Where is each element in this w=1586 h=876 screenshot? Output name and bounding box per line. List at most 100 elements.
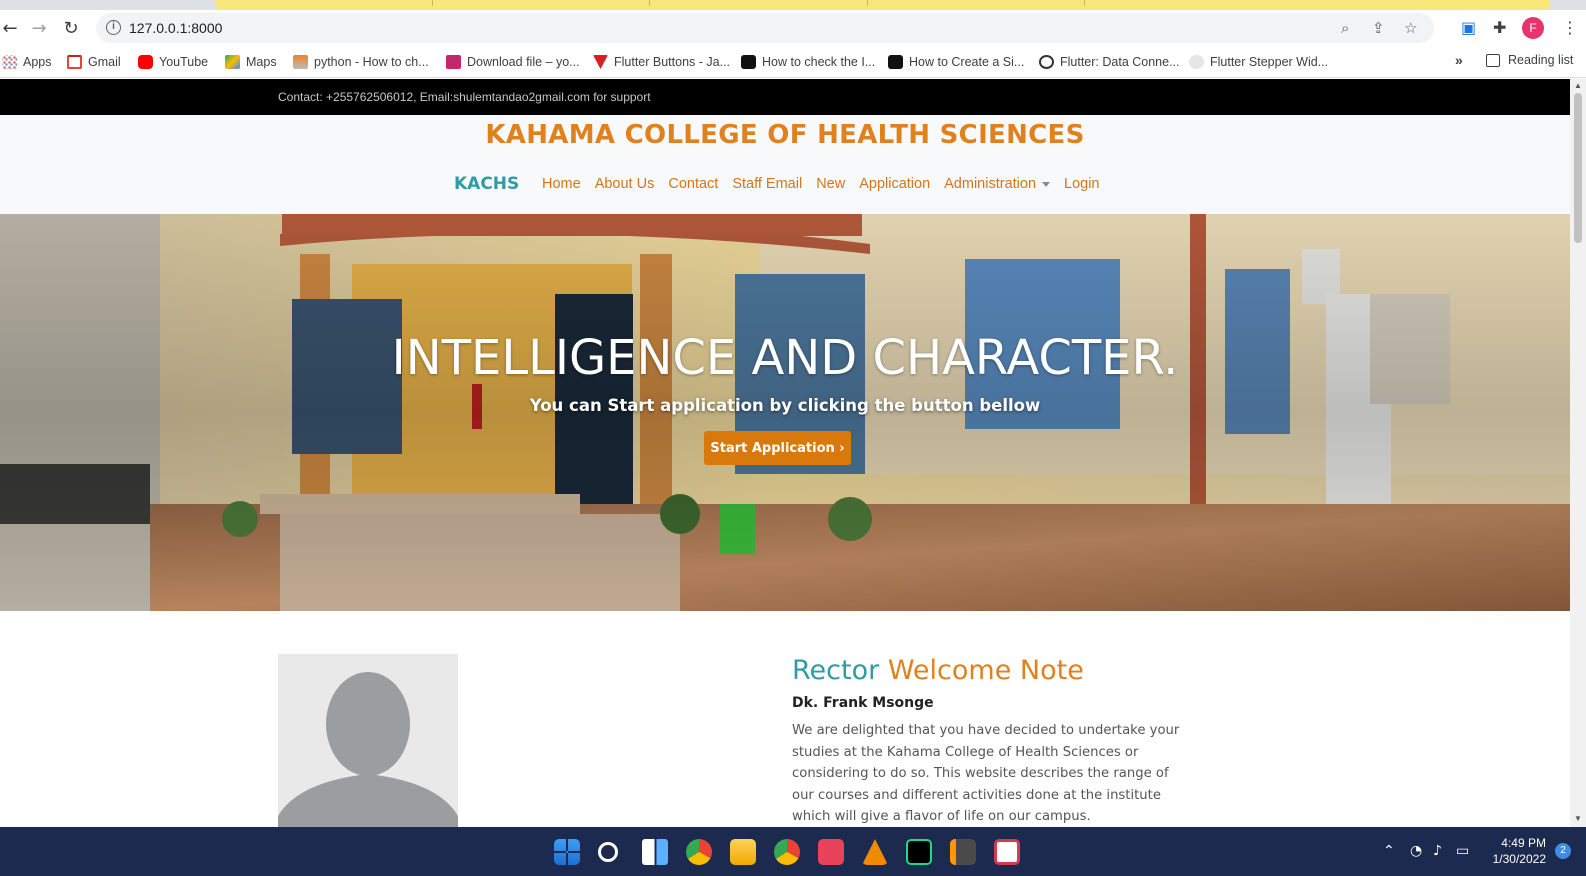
bookmark-apps[interactable]: Apps [2,53,52,71]
college-title: KAHAMA COLLEGE OF HEALTH SCIENCES [485,120,1085,150]
tab-separator [432,0,433,6]
bookmark-label: Flutter: Data Conne... [1060,55,1180,69]
contact-text: Contact: +255762506012, Email:shulemtand… [278,90,651,104]
vlc-icon[interactable] [862,839,888,865]
task-view-icon[interactable] [642,839,668,865]
bookmark-star-icon[interactable]: ☆ [1404,19,1417,37]
hero-subtitle: You can Start application by clicking th… [529,396,1041,415]
nav-about-us[interactable]: About Us [588,176,662,192]
reading-list-icon [1486,53,1500,67]
tab-separator [867,0,868,6]
bookmark-label: Gmail [88,55,121,69]
screen: ← → ↻ i 127.0.0.1:8000 ⌕ ⇪ ☆ ▣ ✚ F ⋮ App… [0,0,1586,876]
nav-new[interactable]: New [809,176,852,192]
tab-separator [1084,0,1085,6]
wifi-icon[interactable]: ◔ [1410,843,1422,859]
bookmark-download[interactable]: Download file – yo... [446,53,580,71]
tab-strip [0,0,1586,10]
nav-home[interactable]: Home [535,176,588,192]
git-app-icon[interactable] [818,839,844,865]
bookmark-stackoverflow[interactable]: python - How to ch... [293,53,429,71]
reading-list-label: Reading list [1508,53,1574,67]
medium-icon [741,55,756,69]
nav-contact[interactable]: Contact [661,176,725,192]
reading-list-button[interactable]: Reading list [1486,53,1573,67]
menu-dots-icon[interactable]: ⋮ [1562,18,1578,37]
bookmark-create[interactable]: How to Create a Si... [888,53,1024,71]
extension-icon[interactable]: ▣ [1461,18,1476,37]
bookmark-gmail[interactable]: Gmail [67,53,121,71]
bookmarks-bar: Apps Gmail YouTube Maps python - How to … [0,46,1586,78]
bookmark-flutter-stepper[interactable]: Flutter Stepper Wid... [1189,53,1328,71]
notification-badge[interactable]: 2 [1555,843,1571,859]
scroll-up-icon[interactable]: ▲ [1574,81,1582,90]
nav-administration-label: Administration [944,176,1037,192]
url-text[interactable]: 127.0.0.1:8000 [129,20,222,36]
bookmark-maps[interactable]: Maps [225,53,277,71]
site-info-icon[interactable]: i [106,20,121,35]
battery-icon[interactable]: ▭ [1456,843,1469,859]
share-icon[interactable]: ⇪ [1372,19,1385,37]
stackoverflow-icon [293,55,308,69]
apps-grid-icon [2,55,17,69]
nav-administration[interactable]: Administration [937,176,1057,192]
bookmark-check[interactable]: How to check the I... [741,53,875,71]
address-bar[interactable]: i 127.0.0.1:8000 ⌕ ⇪ ☆ [96,13,1434,43]
volume-icon[interactable]: ♪ [1433,843,1442,859]
rector-name: Dk. Frank Msonge [792,695,934,711]
start-application-button[interactable]: Start Application › [704,431,851,465]
hero-title: INTELLIGENCE AND CHARACTER. [391,330,1179,386]
rector-heading-part2: Welcome Note [887,655,1084,686]
bookmark-flutter-data[interactable]: Flutter: Data Conne... [1039,53,1180,71]
extensions-puzzle-icon[interactable]: ✚ [1493,18,1506,37]
search-icon[interactable] [598,842,618,862]
windows-taskbar: ⌃ ◔ ♪ ▭ 4:49 PM 1/30/2022 2 [0,827,1586,876]
reload-icon[interactable]: ↻ [57,14,85,42]
snipping-tool-icon[interactable] [994,839,1020,865]
site-icon [1189,55,1204,69]
contact-bar: Contact: +255762506012, Email:shulemtand… [0,79,1570,115]
gmail-icon [67,55,82,69]
chrome-icon[interactable] [686,839,712,865]
profile-avatar[interactable]: F [1522,17,1544,39]
bookmark-label: Maps [246,55,277,69]
chrome-profile-icon[interactable] [774,839,800,865]
brand-logo[interactable]: KACHS [454,174,519,194]
youtube-icon [138,55,153,69]
bookmark-label: Download file – yo... [467,55,580,69]
nav-login[interactable]: Login [1057,176,1106,192]
nav-application[interactable]: Application [852,176,937,192]
scroll-down-icon[interactable]: ▼ [1574,814,1582,823]
file-explorer-icon[interactable] [730,839,756,865]
person-silhouette-icon [278,654,458,827]
site-header: KAHAMA COLLEGE OF HEALTH SCIENCES KACHS … [0,115,1570,214]
bookmark-label: Flutter Stepper Wid... [1210,55,1329,69]
windows-start-icon[interactable] [554,839,580,865]
bookmark-youtube[interactable]: YouTube [138,53,208,71]
browser-toolbar: ← → ↻ i 127.0.0.1:8000 ⌕ ⇪ ☆ ▣ ✚ F ⋮ [0,10,1586,46]
rector-photo-placeholder [278,654,458,827]
download-site-icon [446,55,461,69]
bookmark-label: How to check the I... [762,55,876,69]
back-arrow-icon[interactable]: ← [0,14,24,42]
globe-icon [1039,55,1054,69]
nav-staff-email[interactable]: Staff Email [725,176,809,192]
zoom-icon[interactable]: ⌕ [1341,19,1349,37]
dropdown-caret-icon [1042,181,1051,187]
tab-separator [649,0,650,6]
clock-time: 4:49 PM [1501,836,1546,850]
bookmark-flutter-buttons[interactable]: Flutter Buttons - Ja... [593,53,730,71]
scrollbar-thumb[interactable] [1574,93,1582,243]
forward-arrow-icon[interactable]: → [25,14,53,42]
rector-welcome-text: We are delighted that you have decided t… [792,723,1180,824]
sublime-text-icon[interactable] [950,839,976,865]
bookmark-label: How to Create a Si... [909,55,1025,69]
clock-date: 1/30/2022 [1492,852,1546,866]
system-clock[interactable]: 4:49 PM 1/30/2022 [1486,835,1546,867]
active-tab[interactable] [215,0,1550,10]
medium-icon [888,55,903,69]
tray-chevron-icon[interactable]: ⌃ [1383,843,1395,859]
pycharm-icon[interactable] [906,839,932,865]
page-scrollbar[interactable]: ▲ ▼ [1570,79,1586,827]
bookmarks-overflow-icon[interactable]: » [1455,52,1463,68]
